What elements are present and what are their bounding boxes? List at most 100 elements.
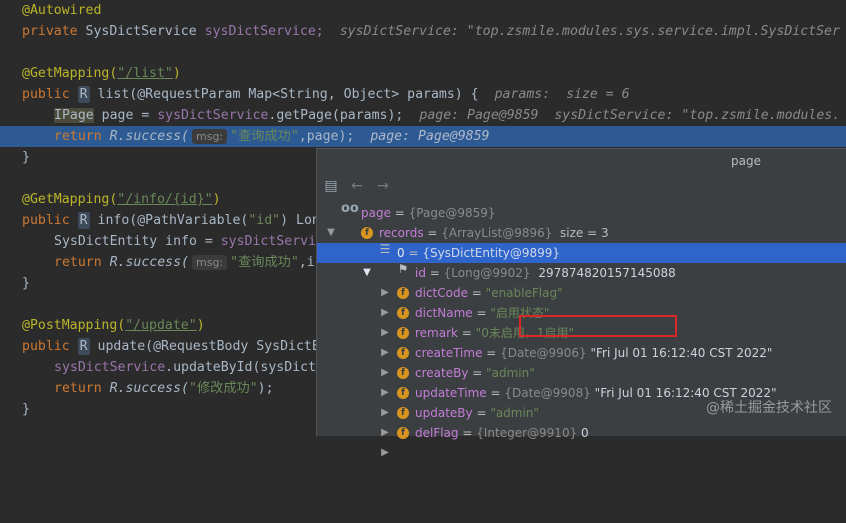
method-call: R.success(: [110, 129, 189, 144]
field-name: sysDictService: [157, 108, 268, 123]
code-line[interactable]: private SysDictService sysDictService; sy…: [0, 21, 846, 42]
tree-row-delflag[interactable]: ▶ f delFlag = {Integer@9910} 0: [317, 423, 846, 443]
field-icon: f: [397, 427, 409, 439]
tree-row-dictcode[interactable]: ▶ f dictCode = "enableFlag": [317, 283, 846, 303]
inline-debug-hint: sysDictService: "top.zsmile.modules.sys.…: [340, 24, 840, 39]
keyword: public: [22, 213, 70, 228]
method-call: R.success(: [110, 381, 189, 396]
field-name: sysDictServi: [221, 234, 316, 249]
annotation: @Autowired: [22, 3, 101, 18]
field-name: sysDictService;: [205, 24, 324, 39]
string-literal: "修改成功": [189, 381, 258, 396]
keyword: return: [54, 255, 102, 270]
var-ref: {Page@9859}: [409, 206, 496, 220]
method-signature: update(@RequestBody SysDictE: [98, 339, 320, 354]
var-name: updateTime: [415, 386, 487, 400]
var-name: dictCode: [415, 286, 468, 300]
method-signature: ) Lon: [280, 213, 320, 228]
keyword: public: [22, 339, 70, 354]
popup-toolbar: ▤ ← →: [317, 175, 846, 197]
field-icon: f: [397, 327, 409, 339]
tree-row-createtime[interactable]: ▶ f createTime = {Date@9906} "Fri Jul 01…: [317, 343, 846, 363]
var-name: createBy: [415, 366, 468, 380]
field-name: sysDictService: [54, 360, 165, 375]
var-name: records: [379, 226, 424, 240]
popup-title-bar[interactable]: page: [317, 149, 846, 173]
tree-row-id[interactable]: ▶ ⚑ id = {Long@9902} 297874820157145088: [317, 263, 846, 283]
method-signature: list(@RequestParam Map<String, Object> p…: [98, 87, 479, 102]
back-arrow-icon[interactable]: ←: [349, 178, 365, 194]
field-icon: f: [397, 307, 409, 319]
statement: page =: [102, 108, 158, 123]
field-icon: f: [361, 227, 373, 239]
method-call: R.success(: [110, 255, 189, 270]
keyword: private: [22, 24, 78, 39]
method-signature: info(@PathVariable(: [98, 213, 249, 228]
code-line[interactable]: @GetMapping("/list"): [0, 63, 846, 84]
mapping-url[interactable]: "/list": [117, 66, 173, 81]
var-value: "admin": [490, 406, 539, 420]
annotation: @PostMapping(: [22, 318, 125, 333]
return-type[interactable]: R: [78, 338, 90, 355]
field-icon: f: [397, 287, 409, 299]
annotation: @GetMapping(: [22, 66, 117, 81]
field-icon: f: [397, 387, 409, 399]
watermark: @稀土掘金技术社区: [706, 397, 832, 417]
type-name: SysDictService: [86, 24, 197, 39]
var-name: id: [415, 266, 426, 280]
mapping-url[interactable]: "/update": [125, 318, 196, 333]
closing-brace: }: [22, 147, 30, 168]
flag-icon: ⚑: [397, 263, 409, 275]
var-ref: {ArrayList@9896}: [441, 226, 552, 240]
tree-row-createby[interactable]: ▶ f createBy = "admin": [317, 363, 846, 383]
watch-glasses-icon: oo: [341, 203, 353, 215]
var-value: "Fri Jul 01 16:12:40 CST 2022": [590, 346, 772, 360]
red-highlight-box: [519, 315, 677, 337]
var-ref: {Long@9902}: [444, 266, 531, 280]
code-line[interactable]: public R list(@RequestParam Map<String, …: [0, 84, 846, 105]
var-value: 0: [581, 426, 589, 440]
annotation-end: ): [173, 66, 181, 81]
code-line[interactable]: @Autowired: [0, 0, 846, 21]
statement: .getPage(params);: [268, 108, 403, 123]
var-name: remark: [415, 326, 458, 340]
return-type[interactable]: R: [78, 212, 90, 229]
tree-row-records[interactable]: ▼ f records = {ArrayList@9896} size = 3: [317, 223, 846, 243]
var-name: updateBy: [415, 406, 473, 420]
closing-brace: }: [22, 273, 30, 294]
code-line[interactable]: IPage page = sysDictService.getPage(para…: [0, 105, 846, 126]
statement: .updateById(sysDict: [165, 360, 316, 375]
var-value: "admin": [486, 366, 535, 380]
return-type[interactable]: R: [78, 86, 90, 103]
current-execution-line[interactable]: return R.success(msg:"查询成功",page);page: …: [0, 126, 846, 147]
var-ref: {Date@9906}: [500, 346, 587, 360]
field-icon: f: [397, 347, 409, 359]
var-name: createTime: [415, 346, 482, 360]
statement: ,i: [299, 255, 315, 270]
keyword: public: [22, 87, 70, 102]
debug-variables-popup[interactable]: page ▤ ← → ▼ oo page = {Page@9859} ▼ f r…: [316, 148, 846, 436]
expand-arrow-icon[interactable]: ▶: [379, 443, 391, 463]
tree-view-icon[interactable]: ▤: [323, 178, 339, 194]
var-ref: {SysDictEntity@9899}: [422, 246, 560, 260]
var-name: delFlag: [415, 426, 459, 440]
var-ref: {Date@9908}: [504, 386, 591, 400]
parameter-hint: msg:: [192, 129, 227, 144]
inline-debug-hint: params: size = 6: [495, 87, 630, 102]
var-name: dictName: [415, 306, 473, 320]
var-size: size = 3: [560, 226, 609, 240]
type-name: IPage: [54, 108, 94, 123]
field-icon: f: [397, 367, 409, 379]
statement: );: [258, 381, 274, 396]
tree-row-page[interactable]: ▼ oo page = {Page@9859}: [317, 203, 846, 223]
closing-brace: }: [22, 399, 30, 420]
var-name: page: [361, 206, 391, 220]
string-literal: "查询成功": [230, 129, 299, 144]
var-value: "enableFlag": [486, 286, 563, 300]
popup-title: page: [731, 149, 761, 173]
mapping-url[interactable]: "/info/{id}": [117, 192, 212, 207]
keyword: return: [54, 381, 102, 396]
tree-row-element-0[interactable]: ▼ ☰ 0 = {SysDictEntity@9899}: [317, 243, 846, 263]
field-icon: f: [397, 407, 409, 419]
forward-arrow-icon[interactable]: →: [375, 178, 391, 194]
